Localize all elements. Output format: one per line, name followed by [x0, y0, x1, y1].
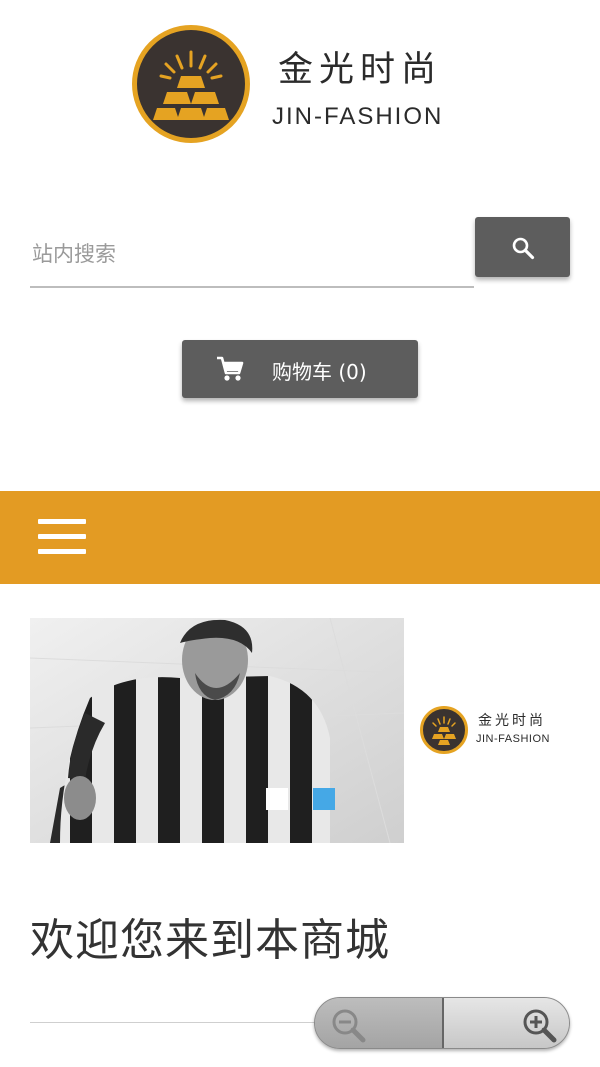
welcome-heading: 欢迎您来到本商城: [30, 915, 390, 966]
gold-bars-sunburst-icon: [153, 50, 229, 120]
brand-name-cn: 金光时尚: [278, 50, 443, 90]
search-input[interactable]: [30, 222, 474, 288]
search-button[interactable]: [475, 217, 570, 277]
banner-brand-en: JIN-FASHION: [476, 733, 550, 745]
banner-brand-cn: 金光时尚: [478, 713, 546, 729]
cart-button[interactable]: 购物车 (0): [182, 340, 418, 398]
zoom-in-icon: [523, 1009, 557, 1043]
slide-dot-2[interactable]: [313, 788, 335, 810]
site-logo[interactable]: 金光时尚 JIN-FASHION: [132, 25, 472, 145]
zoom-out-button[interactable]: [315, 998, 442, 1048]
gold-bars-sunburst-icon: [432, 716, 456, 745]
nav-bar: [0, 491, 600, 584]
zoom-in-button[interactable]: [444, 998, 569, 1048]
divider: [30, 1022, 320, 1023]
slide-dot-1[interactable]: [266, 788, 288, 810]
zoom-control: [314, 997, 570, 1049]
banner-logo-emblem: [420, 706, 468, 754]
banner-slide[interactable]: 金光时尚 JIN-FASHION: [30, 618, 570, 843]
banner-logo: 金光时尚 JIN-FASHION: [420, 706, 570, 756]
shopping-cart-icon: [217, 356, 244, 381]
logo-emblem: [132, 25, 250, 143]
brand-name-en: JIN-FASHION: [272, 103, 444, 130]
search-icon: [512, 237, 535, 260]
zoom-out-icon: [332, 1009, 366, 1043]
hamburger-menu-icon[interactable]: [38, 519, 86, 555]
model-photo: [30, 618, 404, 843]
cart-label: 购物车 (0): [272, 360, 367, 384]
